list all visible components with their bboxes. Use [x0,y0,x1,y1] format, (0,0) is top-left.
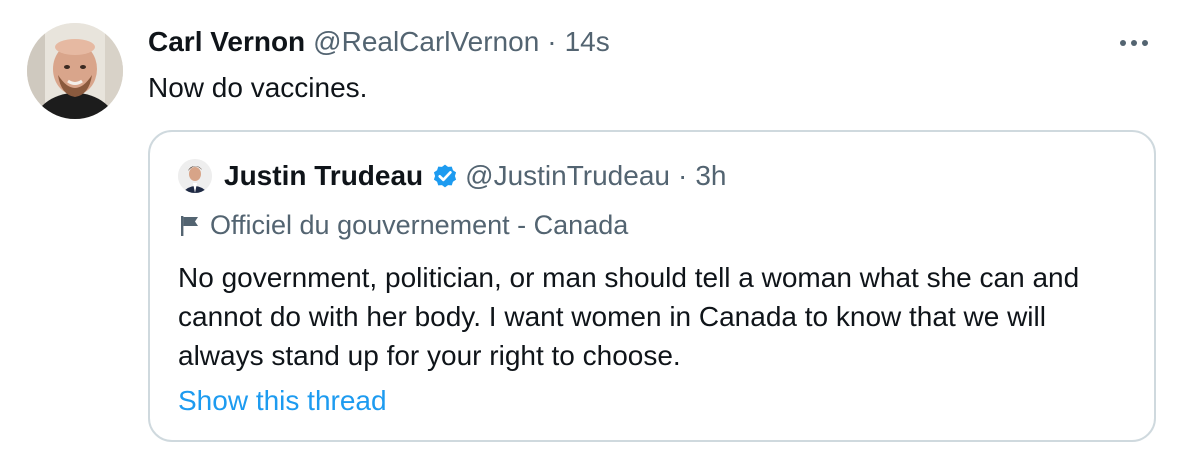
quoted-tweet-text: No government, politician, or man should… [178,262,1080,371]
avatar-photo [27,23,123,119]
quoted-avatar[interactable] [178,159,212,193]
author-name[interactable]: Carl Vernon [148,26,305,58]
more-horizontal-icon [1120,40,1148,46]
quoted-avatar-photo [178,159,212,193]
government-label-text: Officiel du gouvernement - Canada [210,210,629,240]
tweet-text: Now do vaccines. [148,72,368,103]
flag-icon [181,215,198,236]
quoted-tweet[interactable]: Justin Trudeau @JustinTrudeau · 3h Offic… [148,130,1156,442]
more-options-button[interactable] [1114,28,1154,58]
quoted-tweet-header: Justin Trudeau @JustinTrudeau · 3h [224,160,726,192]
quoted-author-handle[interactable]: @JustinTrudeau [465,160,670,192]
meta-separator: · [547,26,557,57]
verified-badge-icon [434,164,457,188]
tweet-timestamp[interactable]: 14s [565,26,610,58]
show-thread-link[interactable]: Show this thread [178,385,387,417]
quoted-timestamp[interactable]: 3h [695,160,726,192]
avatar[interactable] [27,23,123,119]
quoted-author-name[interactable]: Justin Trudeau [224,160,423,192]
tweet-header: Carl Vernon @RealCarlVernon · 14s [148,26,610,58]
tweet: Carl Vernon @RealCarlVernon · 14s Now do… [0,0,1190,462]
author-handle[interactable]: @RealCarlVernon [313,26,539,58]
government-label[interactable]: Officiel du gouvernement - Canada [178,210,628,241]
quoted-meta-separator: · [677,160,688,191]
